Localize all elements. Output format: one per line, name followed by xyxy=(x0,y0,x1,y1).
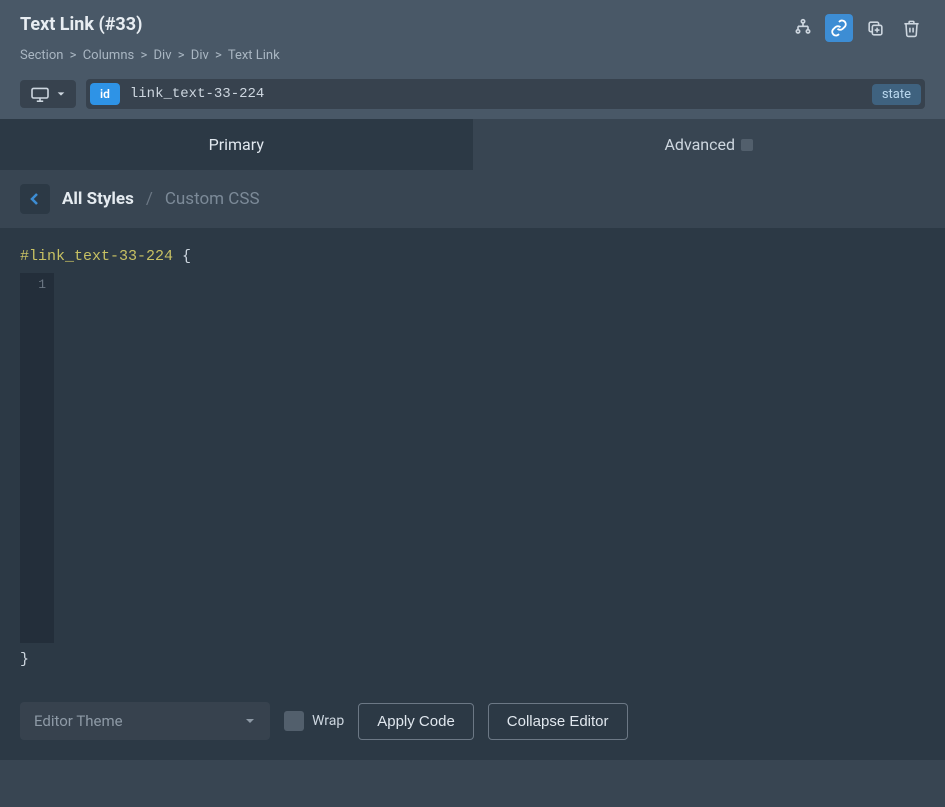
breadcrumb-sep: > xyxy=(70,48,77,63)
trash-icon[interactable] xyxy=(897,14,925,42)
breadcrumb: Section > Columns > Div > Div > Text Lin… xyxy=(20,48,925,63)
link-icon[interactable] xyxy=(825,14,853,42)
chevron-left-icon xyxy=(29,192,41,206)
collapse-editor-button[interactable]: Collapse Editor xyxy=(488,703,628,740)
theme-select[interactable]: Editor Theme xyxy=(20,702,270,740)
subheader-sep: / xyxy=(146,189,153,209)
header-panel: Text Link (#33) Section > Columns > Div … xyxy=(0,0,945,73)
id-value[interactable]: link_text-33-224 xyxy=(130,86,872,102)
line-number: 1 xyxy=(24,277,46,292)
code-area[interactable] xyxy=(54,273,925,643)
wrap-label: Wrap xyxy=(312,713,344,729)
breadcrumb-sep: > xyxy=(215,48,222,63)
desktop-icon xyxy=(30,86,50,102)
wrap-checkbox[interactable] xyxy=(284,711,304,731)
line-gutter: 1 xyxy=(20,273,54,643)
tabs: Primary Advanced xyxy=(0,119,945,170)
page-title: Text Link (#33) xyxy=(20,14,142,35)
editor-footer: Editor Theme Wrap Apply Code Collapse Ed… xyxy=(0,688,945,760)
breadcrumb-item[interactable]: Div xyxy=(154,48,172,63)
code-editor[interactable]: 1 xyxy=(20,273,925,643)
tab-advanced[interactable]: Advanced xyxy=(473,119,945,170)
subheader: All Styles / Custom CSS xyxy=(0,170,945,228)
header-actions xyxy=(789,14,925,42)
breadcrumb-sep: > xyxy=(178,48,185,63)
chevron-down-icon xyxy=(56,89,66,99)
breadcrumb-item[interactable]: Section xyxy=(20,48,63,63)
css-selector: #link_text-33-224 xyxy=(20,248,173,265)
css-selector-line: #link_text-33-224 { xyxy=(20,248,925,265)
device-selector[interactable] xyxy=(20,80,76,108)
id-input-wrapper: id link_text-33-224 state xyxy=(86,79,925,109)
tab-primary[interactable]: Primary xyxy=(0,119,473,170)
css-open-brace: { xyxy=(182,248,191,265)
breadcrumb-item[interactable]: Text Link xyxy=(228,48,280,63)
breadcrumb-item[interactable]: Columns xyxy=(83,48,135,63)
subheader-root[interactable]: All Styles xyxy=(62,189,134,209)
tab-indicator-icon xyxy=(741,139,753,151)
caret-down-icon xyxy=(244,716,256,726)
subheader-current: Custom CSS xyxy=(165,189,260,209)
theme-select-label: Editor Theme xyxy=(34,712,123,730)
toolbar: id link_text-33-224 state xyxy=(0,73,945,119)
wrap-toggle: Wrap xyxy=(284,711,344,731)
tab-label: Primary xyxy=(209,135,264,154)
tab-label: Advanced xyxy=(664,135,735,154)
apply-code-button[interactable]: Apply Code xyxy=(358,703,474,740)
breadcrumb-item[interactable]: Div xyxy=(191,48,209,63)
back-button[interactable] xyxy=(20,184,50,214)
state-badge[interactable]: state xyxy=(872,84,921,105)
css-editor-panel: #link_text-33-224 { 1 } xyxy=(0,228,945,688)
breadcrumb-sep: > xyxy=(140,48,147,63)
duplicate-icon[interactable] xyxy=(861,14,889,42)
css-close-brace: } xyxy=(20,651,925,668)
structure-icon[interactable] xyxy=(789,14,817,42)
id-badge[interactable]: id xyxy=(90,83,120,105)
